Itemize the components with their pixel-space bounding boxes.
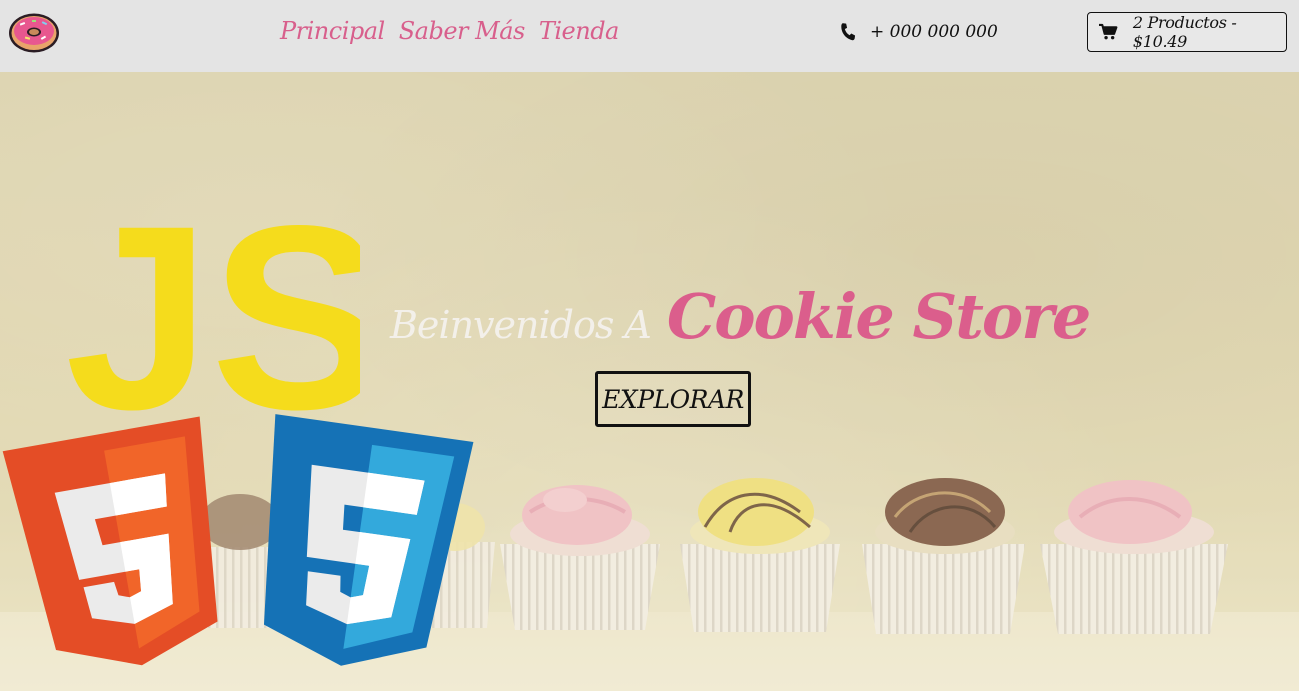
- page: Principal Saber Más Tienda + 000 000 000…: [0, 0, 1299, 691]
- hero-title: Beinvenidos A Cookie Store: [390, 280, 1091, 353]
- html5-logo-icon: [2, 416, 218, 666]
- cart-summary: 2 Productos - $10.49: [1132, 13, 1237, 51]
- nav-link-saber-mas[interactable]: Saber Más: [399, 17, 526, 45]
- navbar: Principal Saber Más Tienda + 000 000 000…: [0, 0, 1299, 72]
- phone-contact: + 000 000 000: [838, 22, 998, 42]
- hero-welcome-text: Beinvenidos A: [390, 303, 652, 347]
- nav-link-tienda[interactable]: Tienda: [539, 17, 620, 45]
- css3-logo-icon: [263, 414, 474, 666]
- main-nav: Principal Saber Más Tienda: [280, 17, 619, 45]
- phone-number: + 000 000 000: [870, 22, 998, 42]
- donut-logo-icon[interactable]: [8, 12, 60, 54]
- explore-button[interactable]: EXPLORAR: [595, 371, 751, 427]
- javascript-logo-icon: JS: [65, 190, 360, 420]
- nav-link-principal[interactable]: Principal: [280, 17, 385, 45]
- js-logo-text: JS: [65, 190, 360, 420]
- cart-button[interactable]: 2 Productos - $10.49: [1087, 12, 1287, 52]
- phone-icon: [841, 23, 856, 41]
- hero-banner: Beinvenidos A Cookie Store EXPLORAR JS: [0, 72, 1299, 691]
- hero-brand-text: Cookie Store: [666, 280, 1091, 353]
- cart-icon: [1099, 23, 1118, 40]
